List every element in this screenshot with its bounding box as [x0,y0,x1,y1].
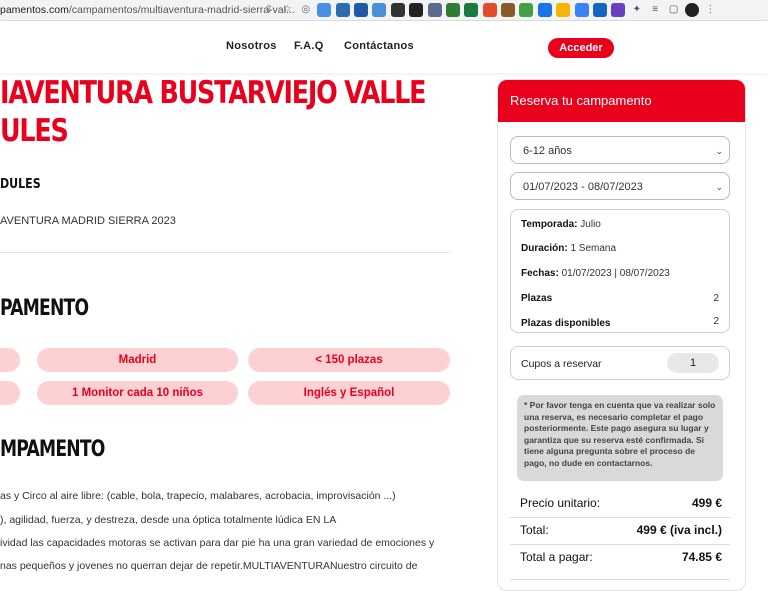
total-a-pagar-value: 74.85 € [681,550,722,564]
divider [0,252,450,253]
extension-icon[interactable] [537,3,552,17]
chevron-down-icon: ⌄ [715,182,723,192]
pill-partial [0,381,20,405]
title-line: IAVENTURA BUSTARVIEJO VALLE [0,75,427,111]
date-select[interactable]: 01/07/2023 - 08/07/2023 ⌄ [510,172,730,200]
nav-link-faq[interactable]: F.A.Q [294,40,324,52]
nav-link-nosotros[interactable]: Nosotros [226,40,277,52]
extension-icon[interactable] [372,3,387,17]
url-path: /campamentos/multiaventura-madrid-sierra… [68,4,295,16]
extension-icon[interactable] [482,3,497,17]
total-a-pagar-label: Total a pagar: [520,550,593,564]
extension-icon[interactable] [427,3,442,17]
cupos-box: Cupos a reservar 1 [510,346,730,380]
extension-icon[interactable] [317,3,332,17]
extension-icon[interactable] [445,3,460,17]
star-icon[interactable]: ☆ [280,3,294,17]
precio-unitario-label: Precio unitario: [520,496,601,510]
precio-unitario-value: 499 € [691,496,722,510]
disponibles-value: 2 [713,316,719,327]
extension-icon[interactable] [409,3,424,17]
divider [510,544,730,545]
address-bar[interactable]: pamentos.com/campamentos/multiaventura-m… [0,0,295,20]
extension-icon[interactable] [353,3,368,17]
age-select-value: 6-12 años [523,145,572,157]
url-domain: pamentos.com [0,4,69,16]
duracion-row: Duración: 1 Semana [521,243,617,254]
booking-card-header: Reserva tu campamento [498,80,745,122]
camera-icon[interactable]: ◎ [299,3,313,17]
pill-location: Madrid [37,348,238,372]
plazas-label: Plazas [521,293,553,304]
plazas-value: 2 [713,293,719,304]
total-a-pagar-row: Total a pagar: 74.85 € [520,550,722,564]
pill-languages: Inglés y Español [248,381,450,405]
site-header: Nosotros F.A.Q Contáctanos Acceder [0,21,768,73]
menu-icon[interactable]: ⋮ [703,3,717,17]
section-title-campamento: PAMENTO [0,296,89,321]
total-row: Total: 499 € (iva incl.) [520,523,722,537]
description-line: ividad las capacidades motoras se activa… [0,537,435,549]
extension-icons: ⇪ ☆ ◎ ✦ ≡ ▢ ⋮ [262,3,722,17]
age-select[interactable]: 6-12 años ⌄ [510,136,730,164]
extension-icon[interactable] [335,3,350,17]
program-name: AVENTURA MADRID SIERRA 2023 [0,215,176,227]
share-icon[interactable]: ⇪ [262,3,276,17]
extension-icon[interactable] [611,3,626,17]
cupos-input[interactable]: 1 [667,353,719,373]
browser-toolbar: pamentos.com/campamentos/multiaventura-m… [0,0,768,21]
payment-note: * Por favor tenga en cuenta que va reali… [517,395,723,481]
divider [510,517,730,518]
date-select-value: 01/07/2023 - 08/07/2023 [523,181,643,193]
puzzle-icon[interactable]: ✦ [630,3,644,17]
pill-ratio: 1 Monitor cada 10 niños [37,381,238,405]
precio-unitario-row: Precio unitario: 499 € [520,496,722,510]
description-line: nas pequeños y jovenes no querran dejar … [0,560,418,572]
reading-list-icon[interactable]: ≡ [648,3,662,17]
camp-info-box: Temporada: Julio Duración: 1 Semana Fech… [510,209,730,333]
pill-capacity: < 150 plazas [248,348,450,372]
temporada-row: Temporada: Julio [521,219,601,230]
extension-icon[interactable] [501,3,516,17]
extension-icon[interactable] [556,3,571,17]
disponibles-label: Plazas disponibles [521,318,611,329]
page-title: IAVENTURA BUSTARVIEJO VALLE ULES [0,74,427,150]
fechas-row: Fechas: 01/07/2023 | 08/07/2023 [521,268,670,279]
total-value: 499 € (iva incl.) [636,523,722,537]
login-button[interactable]: Acceder [548,38,614,58]
pill-partial [0,348,20,372]
extension-icon[interactable] [390,3,405,17]
description-line: ), agilidad, fuerza, y destreza, desde u… [0,514,337,526]
extension-icon[interactable] [593,3,608,17]
total-label: Total: [520,523,549,537]
profile-avatar[interactable] [684,3,699,17]
location-subheading: DULES [0,177,41,192]
cupos-label: Cupos a reservar [521,358,602,370]
divider [510,579,730,580]
extension-icon[interactable] [574,3,589,17]
chevron-down-icon: ⌄ [715,146,723,156]
extension-icon[interactable] [519,3,534,17]
nav-link-contactanos[interactable]: Contáctanos [344,40,414,52]
title-line: ULES [0,113,69,149]
description-line: as y Circo al aire libre: (cable, bola, … [0,490,396,502]
section-title-description: MPAMENTO [0,437,105,462]
sidebar-icon[interactable]: ▢ [667,3,681,17]
extension-icon[interactable] [464,3,479,17]
booking-card: Reserva tu campamento 6-12 años ⌄ 01/07/… [497,79,746,591]
